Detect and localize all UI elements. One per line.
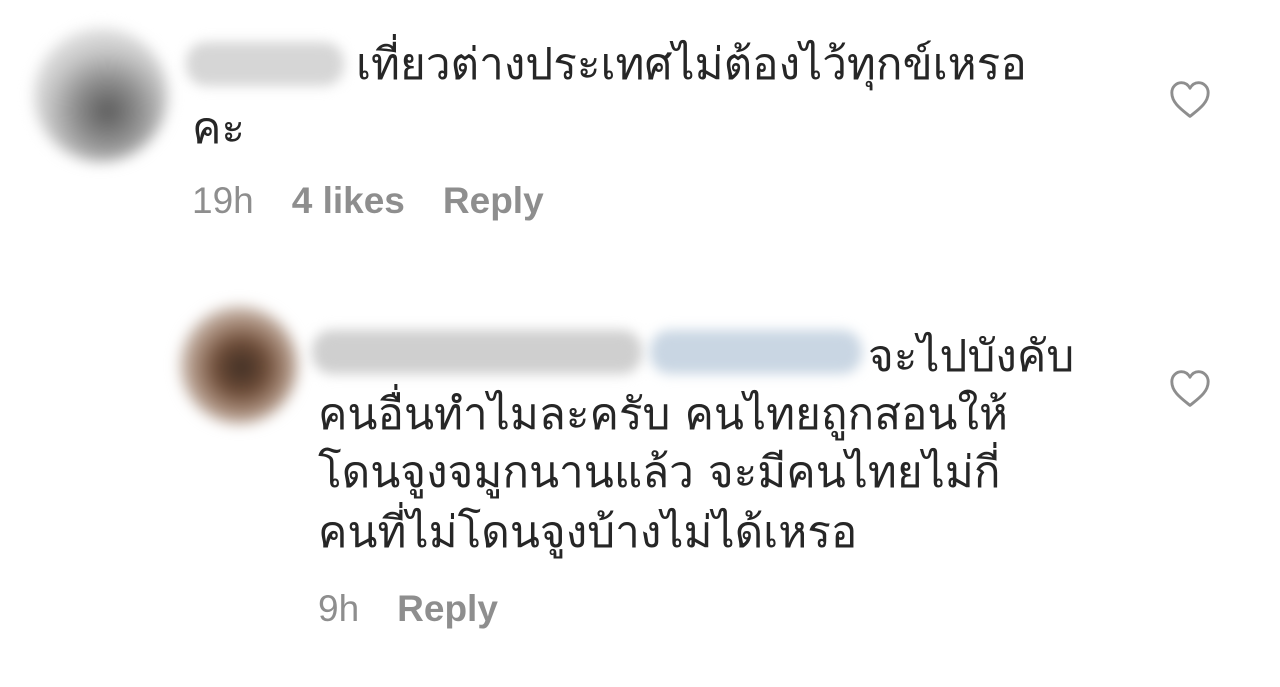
comment-timestamp: 9h: [318, 588, 360, 629]
comment-meta: 19h 4 likes Reply: [192, 180, 544, 222]
avatar[interactable]: [180, 306, 298, 424]
comment-text-line: จะไปบังคับ: [868, 331, 1075, 382]
mention-blurred[interactable]: [650, 330, 862, 374]
comment-meta: 9h Reply: [318, 588, 498, 630]
comment-text-line: คนที่ไม่โดนจูงบ้างไม่ได้เหรอ: [318, 507, 858, 558]
comment-timestamp: 19h: [192, 180, 254, 221]
comment-text-line: เที่ยวต่างประเทศไม่ต้องไว้ทุกข์เหรอ: [356, 39, 1027, 90]
username-blurred[interactable]: [312, 330, 642, 374]
comment-text-line: โดนจูงจมูกนานแล้ว จะมีคนไทยไม่กี่: [318, 447, 1001, 498]
likes-count[interactable]: 4 likes: [292, 180, 405, 222]
heart-outline-icon[interactable]: [1168, 80, 1212, 120]
reply-button[interactable]: Reply: [397, 588, 498, 630]
comment-text-line: คะ: [192, 103, 246, 154]
username-blurred[interactable]: [186, 42, 344, 86]
heart-outline-icon[interactable]: [1168, 369, 1212, 409]
comment-text-line: คนอื่นทำไมละครับ คนไทยถูกสอนให้: [318, 389, 1008, 440]
avatar[interactable]: [34, 28, 168, 162]
reply-button[interactable]: Reply: [443, 180, 544, 222]
